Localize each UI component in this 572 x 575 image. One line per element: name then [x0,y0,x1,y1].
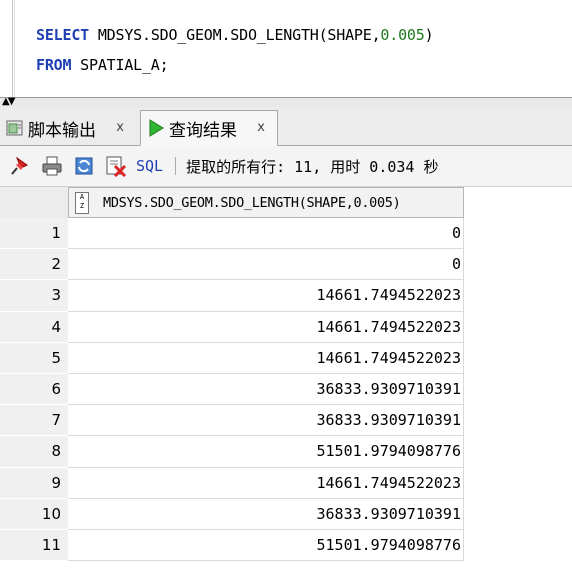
row-number: 1 [0,218,68,250]
row-number: 2 [0,249,68,281]
run-triangle-icon [149,119,164,137]
row-number: 11 [0,529,68,562]
row-number: 10 [0,498,68,530]
row-number: 4 [0,311,68,343]
tab-script-output-label: 脚本输出 [28,120,96,141]
row-number-header [0,187,68,218]
splitter-arrows-icon[interactable]: ▲▼ [2,97,15,107]
table-row[interactable]: 7 36833.9309710391 [0,405,572,437]
table-cell[interactable]: 0 [68,249,464,281]
grid-header-row: AZ MDSYS.SDO_GEOM.SDO_LENGTH(SHAPE,0.005… [0,187,572,218]
script-output-icon [6,120,23,136]
row-number: 6 [0,373,68,406]
table-cell[interactable]: 0 [68,218,464,250]
sql-line-2: FROM SPATIAL_A; [36,56,169,74]
table-row[interactable]: 8 51501.9794098776 [0,436,572,468]
table-row[interactable]: 5 14661.7494522023 [0,342,572,374]
table-row[interactable]: 11 51501.9794098776 [0,529,572,562]
table-row[interactable]: 9 14661.7494522023 [0,467,572,499]
table-row[interactable]: 10 36833.9309710391 [0,498,572,530]
row-number: 3 [0,280,68,312]
sql-link-button[interactable]: SQL [136,157,163,175]
table-cell[interactable]: 14661.7494522023 [68,311,464,343]
row-number: 8 [0,436,68,468]
result-toolbar: SQL 提取的所有行: 11, 用时 0.034 秒 [0,146,572,187]
sql-editor[interactable]: SELECT MDSYS.SDO_GEOM.SDO_LENGTH(SHAPE,0… [0,0,572,97]
table-row[interactable]: 3 14661.7494522023 [0,280,572,312]
table-cell[interactable]: 51501.9794098776 [68,529,464,562]
grid-rows: 1 0 2 0 3 14661.7494522023 4 14661.7494522023 5 1… [0,218,572,562]
result-grid: AZ MDSYS.SDO_GEOM.SDO_LENGTH(SHAPE,0.005… [0,187,572,575]
sql-keyword-from: FROM [36,56,72,74]
table-row[interactable]: 6 36833.9309710391 [0,373,572,406]
table-row[interactable]: 4 14661.7494522023 [0,311,572,343]
sql-line-1: SELECT MDSYS.SDO_GEOM.SDO_LENGTH(SHAPE,0… [36,26,434,44]
row-number: 9 [0,467,68,499]
editor-gutter [0,0,13,97]
table-row[interactable]: 10 [0,218,572,250]
table-cell[interactable]: 14661.7494522023 [68,342,464,374]
editor-gutter-line [14,0,15,97]
sql-select-expression: MDSYS.SDO_GEOM.SDO_LENGTH(SHAPE, [89,26,381,44]
column-header[interactable]: AZ MDSYS.SDO_GEOM.SDO_LENGTH(SHAPE,0.005… [68,187,464,218]
table-cell[interactable]: 36833.9309710391 [68,373,464,406]
table-cell[interactable]: 14661.7494522023 [68,280,464,312]
sql-close-paren: ) [424,26,434,44]
sql-keyword-select: SELECT [36,26,89,44]
fetch-status-text: 提取的所有行: 11, 用时 0.034 秒 [186,157,439,176]
table-cell[interactable]: 36833.9309710391 [68,405,464,437]
tab-query-result-label: 查询结果 [169,120,237,141]
pin-icon[interactable] [8,154,32,178]
print-icon[interactable] [40,154,64,178]
tab-script-output[interactable]: 脚本输出 x [0,111,136,145]
table-cell[interactable]: 36833.9309710391 [68,498,464,530]
column-header-label: MDSYS.SDO_GEOM.SDO_LENGTH(SHAPE,0.005) [103,194,401,211]
delete-icon[interactable] [104,154,128,178]
refresh-icon[interactable] [72,154,96,178]
close-icon[interactable]: x [257,120,265,135]
table-cell[interactable]: 14661.7494522023 [68,467,464,499]
sql-number-literal: 0.005 [380,26,425,44]
toolbar-separator [175,157,177,175]
table-cell[interactable]: 51501.9794098776 [68,436,464,468]
result-tab-strip: 脚本输出 x 查询结果 x [0,107,572,146]
row-number: 5 [0,342,68,374]
close-icon[interactable]: x [116,120,124,135]
sort-icon[interactable]: AZ [75,191,89,214]
tab-query-result[interactable]: 查询结果 x [140,110,278,146]
table-row[interactable]: 20 [0,249,572,281]
row-number: 7 [0,405,68,437]
sql-from-table: SPATIAL_A; [71,56,169,74]
